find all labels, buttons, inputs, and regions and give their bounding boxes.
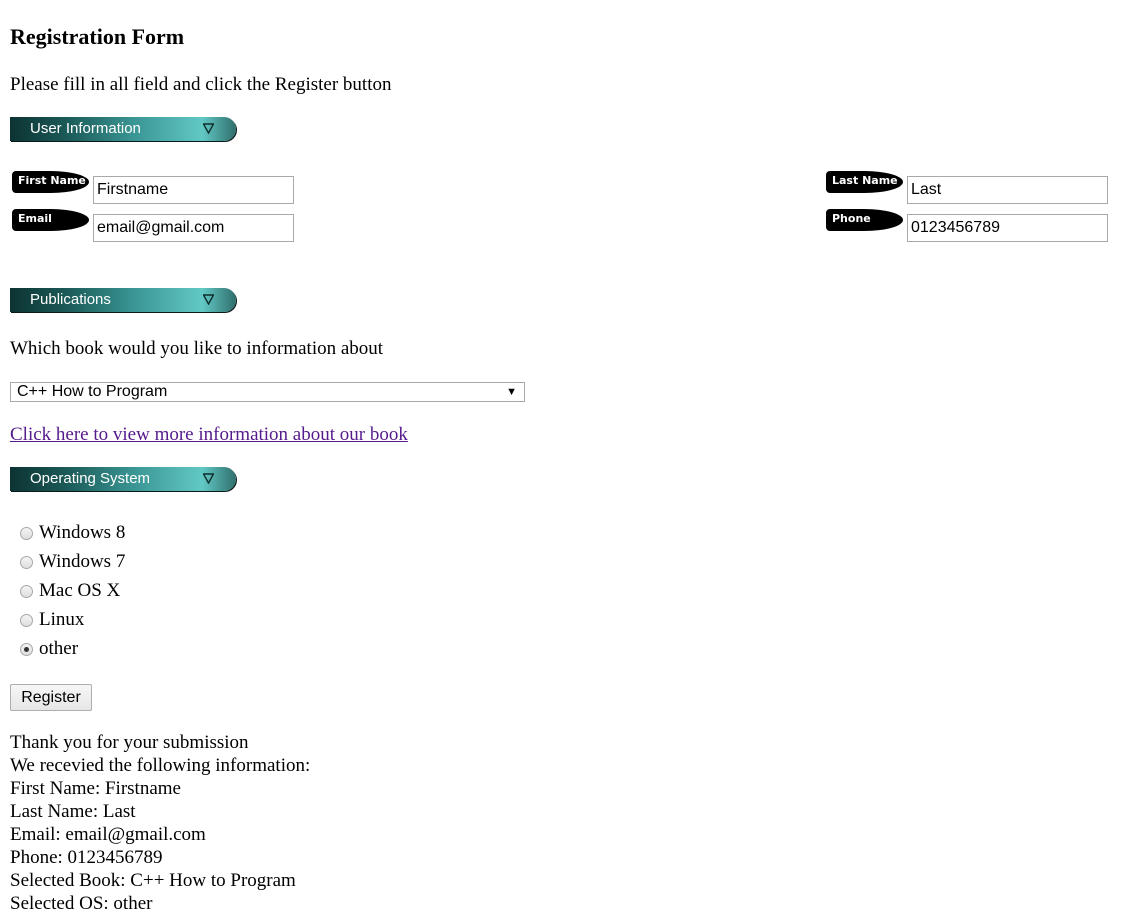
- caret-down-icon: ▼: [506, 386, 517, 398]
- result-thanks: Thank you for your submission: [10, 732, 249, 753]
- os-option-windows-7[interactable]: Windows 7: [20, 551, 125, 573]
- os-option-mac-os-x[interactable]: Mac OS X: [20, 580, 120, 602]
- radio-button[interactable]: [20, 584, 33, 598]
- operating-system-banner[interactable]: Operating System: [10, 467, 236, 491]
- user-information-banner[interactable]: User Information: [10, 117, 236, 141]
- radio-button[interactable]: [20, 555, 33, 569]
- book-question: Which book would you like to information…: [10, 338, 384, 359]
- os-option-label: Windows 7: [39, 551, 126, 572]
- triangle-down-icon: [203, 123, 214, 134]
- last-name-input[interactable]: [907, 176, 1108, 204]
- os-option-label: Mac OS X: [39, 580, 121, 601]
- result-first-name: First Name: Firstname: [10, 778, 181, 799]
- result-os: Selected OS: other: [10, 893, 153, 914]
- result-email: Email: email@gmail.com: [10, 824, 206, 845]
- banner-label: Publications: [30, 291, 111, 308]
- banner-label: Operating System: [30, 470, 151, 487]
- email-input[interactable]: [93, 214, 294, 242]
- first-name-input[interactable]: [93, 176, 294, 204]
- triangle-down-icon: [203, 473, 214, 484]
- last-name-label: Last Name: [826, 171, 903, 193]
- book-select-value: C++ How to Program: [17, 383, 168, 400]
- banner-label: User Information: [30, 120, 141, 137]
- result-last-name: Last Name: Last: [10, 801, 136, 822]
- os-option-windows-8[interactable]: Windows 8: [20, 522, 125, 544]
- book-info-link[interactable]: Click here to view more information abou…: [10, 424, 408, 446]
- os-option-other[interactable]: other: [20, 638, 78, 660]
- result-phone: Phone: 0123456789: [10, 847, 163, 868]
- triangle-down-icon: [203, 294, 214, 305]
- book-select[interactable]: C++ How to Program ▼: [10, 382, 525, 402]
- result-book: Selected Book: C++ How to Program: [10, 870, 296, 891]
- first-name-label: First Name: [12, 171, 89, 193]
- radio-button[interactable]: [20, 613, 33, 627]
- register-button[interactable]: Register: [10, 684, 92, 711]
- os-option-label: Windows 8: [39, 522, 126, 543]
- phone-input[interactable]: [907, 214, 1108, 242]
- os-option-label: other: [39, 638, 79, 659]
- phone-label: Phone: [826, 209, 903, 231]
- page-title: Registration Form: [10, 24, 185, 49]
- publications-banner[interactable]: Publications: [10, 288, 236, 312]
- os-option-linux[interactable]: Linux: [20, 609, 84, 631]
- result-received: We recevied the following information:: [10, 755, 311, 776]
- instructions-text: Please fill in all field and click the R…: [10, 74, 392, 95]
- os-option-label: Linux: [39, 609, 85, 630]
- radio-button[interactable]: [20, 526, 33, 540]
- radio-button-selected[interactable]: [20, 642, 33, 656]
- email-label: Email: [12, 209, 89, 231]
